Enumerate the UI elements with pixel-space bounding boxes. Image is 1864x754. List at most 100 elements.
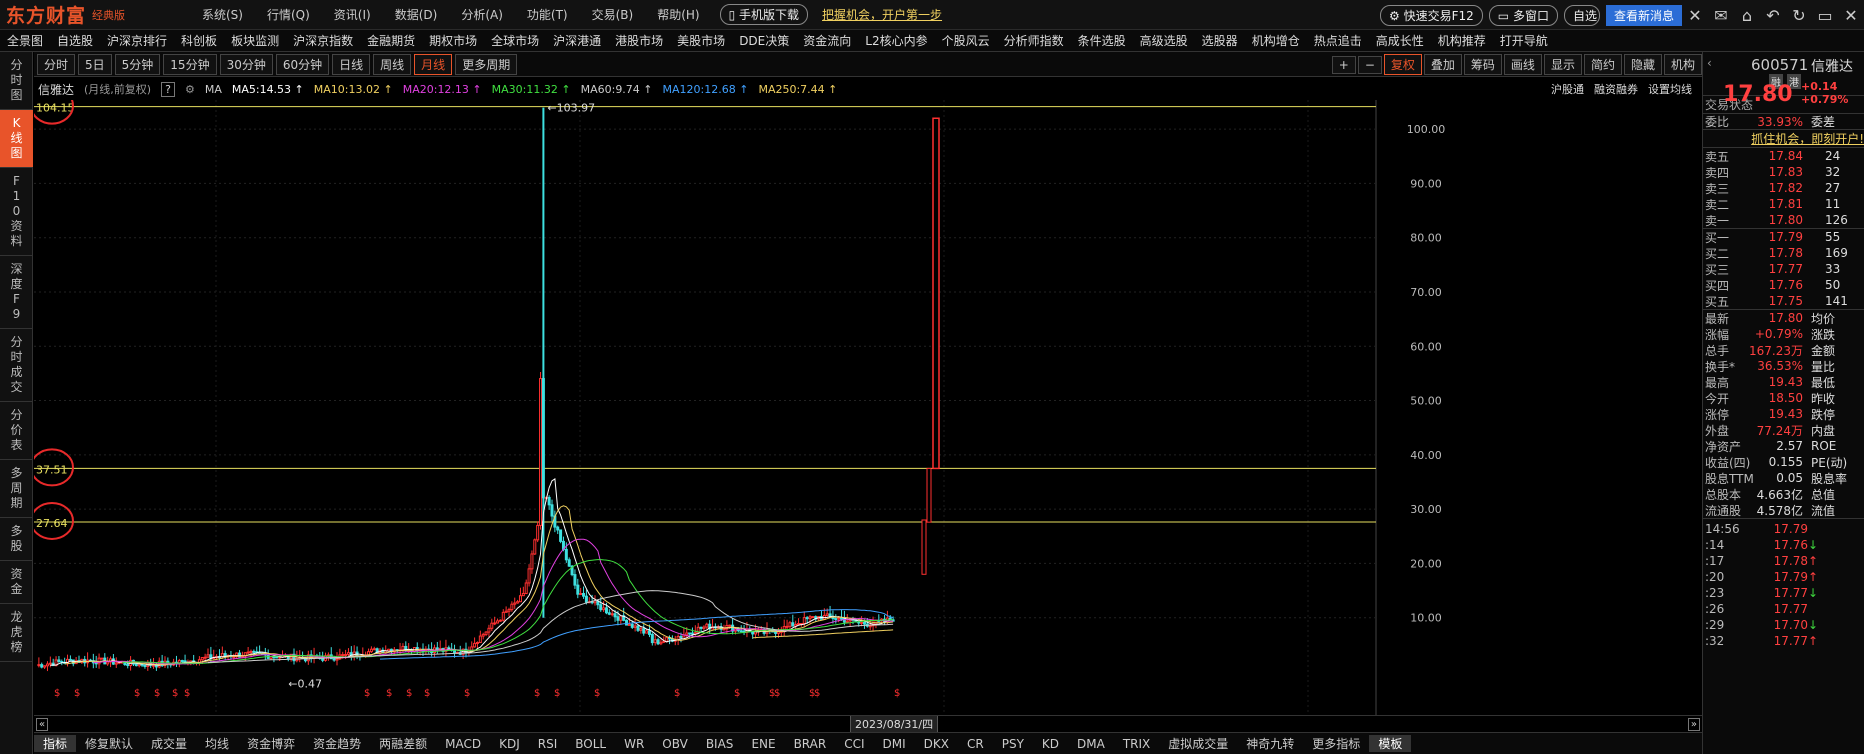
kline-chart[interactable]: 100.00 90.00 80.00 70.00 60.00 50.00 40.00 30.0… (34, 100, 1702, 715)
left-tab-9[interactable]: 龙虎榜 (0, 604, 33, 662)
tool-4[interactable]: 筹码 (1463, 54, 1502, 75)
period-9[interactable]: 更多周期 (455, 53, 518, 75)
nav-item-6[interactable]: 金融期货 (360, 32, 422, 49)
indicator-5[interactable]: 资金趋势 (304, 735, 370, 752)
ma-right-0[interactable]: 沪股通 (1551, 81, 1584, 97)
left-tab-8[interactable]: 资金 (0, 561, 33, 604)
indicator-2[interactable]: 成交量 (142, 735, 196, 752)
menu-item-2[interactable]: 资讯(I) (322, 6, 383, 23)
left-tab-1[interactable]: K线图 (0, 110, 33, 168)
nav-item-1[interactable]: 自选股 (50, 32, 100, 49)
tool-8[interactable]: 隐藏 (1623, 54, 1662, 75)
nav-item-15[interactable]: 个股风云 (935, 32, 997, 49)
nav-item-14[interactable]: L2核心内参 (858, 32, 934, 49)
left-tab-4[interactable]: 分时成交 (0, 329, 33, 402)
nav-item-13[interactable]: 资金流向 (796, 32, 858, 49)
left-tab-7[interactable]: 多股 (0, 518, 33, 561)
mail-icon[interactable]: ✉ (1708, 6, 1734, 25)
left-tab-3[interactable]: 深度F9 (0, 256, 33, 329)
indicator-20[interactable]: PSY (993, 737, 1033, 751)
nav-item-9[interactable]: 沪深港通 (546, 32, 608, 49)
scroll-right-icon[interactable]: » (1687, 717, 1700, 731)
nav-item-21[interactable]: 热点追击 (1307, 32, 1369, 49)
menu-item-5[interactable]: 功能(T) (515, 6, 580, 23)
indicator-19[interactable]: CR (958, 737, 993, 751)
settings-icon[interactable]: ⚙ (185, 83, 195, 96)
quick-trade-button[interactable]: ⚙ 快速交易F12 (1380, 4, 1483, 26)
nav-item-10[interactable]: 港股市场 (608, 32, 670, 49)
period-8[interactable]: 月线 (414, 53, 453, 75)
left-tab-5[interactable]: 分价表 (0, 402, 33, 460)
nav-item-19[interactable]: 选股器 (1195, 32, 1245, 49)
indicator-10[interactable]: BOLL (566, 737, 615, 751)
indicator-22[interactable]: DMA (1068, 737, 1114, 751)
indicator-21[interactable]: KD (1033, 737, 1068, 751)
nav-item-22[interactable]: 高成长性 (1369, 32, 1431, 49)
indicator-1[interactable]: 修复默认 (76, 735, 142, 752)
tool-6[interactable]: 显示 (1543, 54, 1582, 75)
close-message-icon[interactable]: ✕ (1682, 6, 1708, 25)
prev-stock-icon[interactable]: ‹ (1707, 56, 1712, 70)
tool-1[interactable]: − (1357, 55, 1382, 74)
tool-9[interactable]: 机构 (1663, 54, 1702, 75)
close-icon[interactable]: ✕ (1838, 6, 1864, 25)
period-1[interactable]: 5日 (78, 53, 112, 75)
nav-item-0[interactable]: 全景图 (0, 32, 50, 49)
ma-right-2[interactable]: 设置均线 (1648, 81, 1692, 97)
indicator-15[interactable]: BRAR (785, 737, 836, 751)
ma-right-1[interactable]: 融资融券 (1594, 81, 1638, 97)
indicator-24[interactable]: 虚拟成交量 (1159, 735, 1237, 752)
indicator-27[interactable]: 模板 (1369, 735, 1412, 752)
nav-item-7[interactable]: 期权市场 (422, 32, 484, 49)
indicator-4[interactable]: 资金博弈 (238, 735, 304, 752)
tool-5[interactable]: 画线 (1503, 54, 1542, 75)
nav-item-8[interactable]: 全球市场 (484, 32, 546, 49)
indicator-16[interactable]: CCI (835, 737, 873, 751)
indicator-17[interactable]: DMI (874, 737, 915, 751)
menu-item-6[interactable]: 交易(B) (580, 6, 646, 23)
indicator-26[interactable]: 更多指标 (1303, 735, 1369, 752)
scroll-left-icon[interactable]: « (36, 717, 49, 731)
indicator-13[interactable]: BIAS (697, 737, 743, 751)
new-message-button[interactable]: 查看新消息 (1605, 4, 1682, 26)
indicator-6[interactable]: 两融差额 (370, 735, 436, 752)
indicator-7[interactable]: MACD (436, 737, 490, 751)
period-4[interactable]: 30分钟 (219, 53, 273, 75)
indicator-9[interactable]: RSI (529, 737, 567, 751)
menu-item-1[interactable]: 行情(Q) (255, 6, 322, 23)
period-0[interactable]: 分时 (37, 53, 76, 75)
indicator-25[interactable]: 神奇九转 (1237, 735, 1303, 752)
menu-item-0[interactable]: 系统(S) (190, 6, 255, 23)
indicator-8[interactable]: KDJ (490, 737, 529, 751)
chart-svg[interactable]: 100.00 90.00 80.00 70.00 60.00 50.00 40.00 30.0… (34, 100, 1702, 715)
indicator-23[interactable]: TRIX (1114, 737, 1159, 751)
refresh-icon[interactable]: ↻ (1786, 6, 1812, 25)
indicator-0[interactable]: 指标 (34, 735, 77, 752)
indicator-11[interactable]: WR (615, 737, 653, 751)
tool-7[interactable]: 简约 (1583, 54, 1622, 75)
help-icon[interactable]: ? (161, 81, 175, 97)
nav-item-4[interactable]: 板块监测 (224, 32, 286, 49)
menu-item-3[interactable]: 数据(D) (383, 6, 450, 23)
home-icon[interactable]: ⌂ (1734, 6, 1760, 25)
period-5[interactable]: 60分钟 (275, 53, 330, 75)
nav-item-2[interactable]: 沪深京排行 (100, 32, 174, 49)
mobile-download-button[interactable]: ▯ 手机版下载 (719, 4, 809, 25)
tool-0[interactable]: + (1331, 55, 1356, 74)
indicator-12[interactable]: OBV (653, 737, 697, 751)
multi-window-button[interactable]: ▭ 多窗口 (1488, 4, 1558, 26)
nav-item-18[interactable]: 高级选股 (1133, 32, 1195, 49)
open-account-link[interactable]: 抓住机会，即刻开户! (1703, 130, 1864, 148)
back-icon[interactable]: ↶ (1760, 6, 1786, 25)
nav-item-20[interactable]: 机构增仓 (1245, 32, 1307, 49)
nav-item-16[interactable]: 分析师指数 (997, 32, 1071, 49)
nav-item-12[interactable]: DDE决策 (732, 32, 796, 49)
tool-2[interactable]: 复权 (1383, 54, 1422, 75)
menu-item-7[interactable]: 帮助(H) (645, 6, 711, 23)
period-7[interactable]: 周线 (373, 53, 412, 75)
period-6[interactable]: 日线 (332, 53, 371, 75)
tool-3[interactable]: 叠加 (1423, 54, 1462, 75)
self-select-button[interactable]: 自选 (1563, 4, 1600, 26)
minimize-icon[interactable]: ▭ (1812, 6, 1838, 25)
nav-item-5[interactable]: 沪深京指数 (286, 32, 360, 49)
